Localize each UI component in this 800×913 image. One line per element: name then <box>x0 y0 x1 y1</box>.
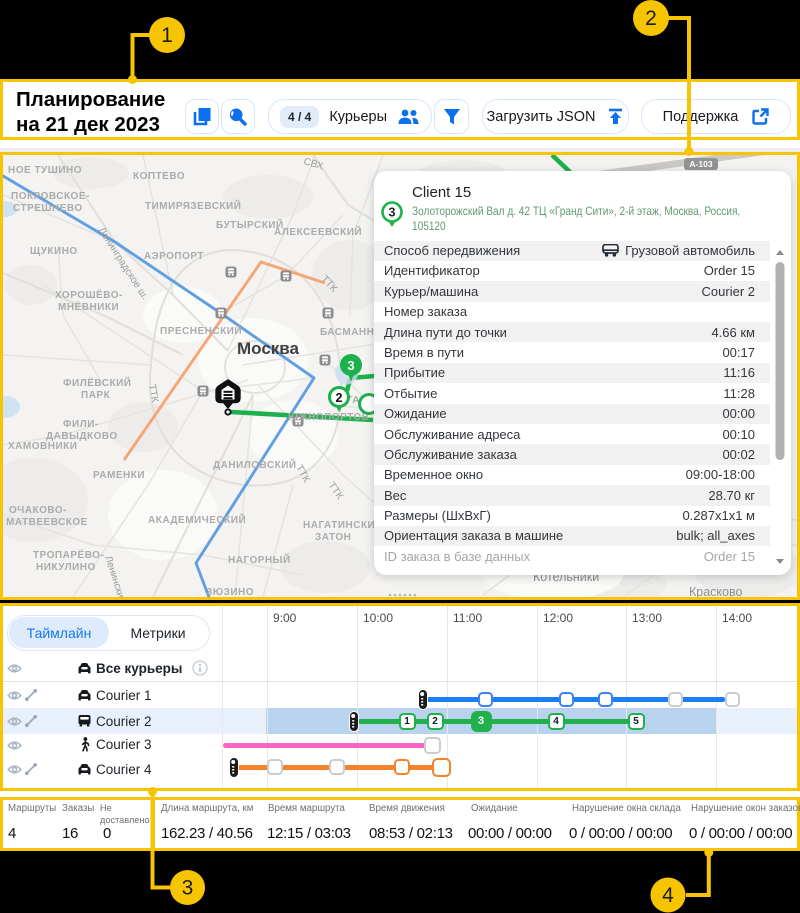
svg-text:ДАНИЛОВСКИЙ: ДАНИЛОВСКИЙ <box>213 458 297 471</box>
svg-text:ОЧАКОВО-: ОЧАКОВО- <box>9 505 67 516</box>
svg-text:Красково: Красково <box>689 585 742 597</box>
svg-text:СТРЕШНЕВО: СТРЕШНЕВО <box>13 203 83 214</box>
svg-text:МАТВЕЕВСКОЕ: МАТВЕЕВСКОЕ <box>6 517 88 528</box>
svg-text:РАМЕНКИ: РАМЕНКИ <box>93 470 145 481</box>
svg-text:3: 3 <box>389 206 396 220</box>
svg-text:ХАМОВНИКИ: ХАМОВНИКИ <box>8 441 77 452</box>
svg-text:ЩУКИНО: ЩУКИНО <box>30 246 78 257</box>
svg-text:2: 2 <box>645 7 657 30</box>
svg-text:ФИЛИ-: ФИЛИ- <box>63 419 99 430</box>
svg-text:ПРЕСНЕНСКИЙ: ПРЕСНЕНСКИЙ <box>160 324 242 337</box>
svg-text:ТРОПАРЁВО-: ТРОПАРЁВО- <box>33 548 104 561</box>
svg-text:2: 2 <box>336 391 343 405</box>
svg-text:4: 4 <box>662 884 674 907</box>
svg-text:ПАРК: ПАРК <box>81 390 111 401</box>
svg-text:ЗЮЗИНО: ЗЮЗИНО <box>206 587 254 597</box>
svg-text:АКАДЕМИЧЕСКИЙ: АКАДЕМИЧЕСКИЙ <box>148 513 246 526</box>
svg-text:А-103: А-103 <box>689 159 712 169</box>
svg-text:ТИМИРЯЗЕВСКИЙ: ТИМИРЯЗЕВСКИЙ <box>145 199 241 212</box>
svg-text:АЛЕКСЕЕВСКИЙ: АЛЕКСЕЕВСКИЙ <box>274 225 362 238</box>
svg-text:МНЁВНИКИ: МНЁВНИКИ <box>58 300 119 313</box>
svg-text:АЭРОПОРТ: АЭРОПОРТ <box>144 251 204 262</box>
svg-text:ФИЛЁВСКИЙ: ФИЛЁВСКИЙ <box>63 376 131 389</box>
svg-text:НОЕ ТУШИНО: НОЕ ТУШИНО <box>8 165 82 176</box>
svg-text:ХОРОШЁВО-: ХОРОШЁВО- <box>55 288 123 301</box>
svg-text:ЮЖНОПОРТОВ: ЮЖНОПОРТОВ <box>288 412 369 423</box>
svg-text:3: 3 <box>182 877 194 900</box>
svg-text:1: 1 <box>161 24 173 47</box>
svg-text:КОПТЕВО: КОПТЕВО <box>133 171 185 182</box>
svg-text:3: 3 <box>347 358 354 373</box>
svg-text:ЗАТОН: ЗАТОН <box>315 532 351 543</box>
svg-text:НАГОРНЫЙ: НАГОРНЫЙ <box>228 553 291 566</box>
svg-text:Москва: Москва <box>237 339 300 358</box>
svg-text:НАГАТИНСКИЙ: НАГАТИНСКИЙ <box>303 518 383 531</box>
svg-text:НИКУЛИНО: НИКУЛИНО <box>36 562 96 573</box>
svg-text:ПОКРОВСКОЕ-: ПОКРОВСКОЕ- <box>11 191 90 202</box>
